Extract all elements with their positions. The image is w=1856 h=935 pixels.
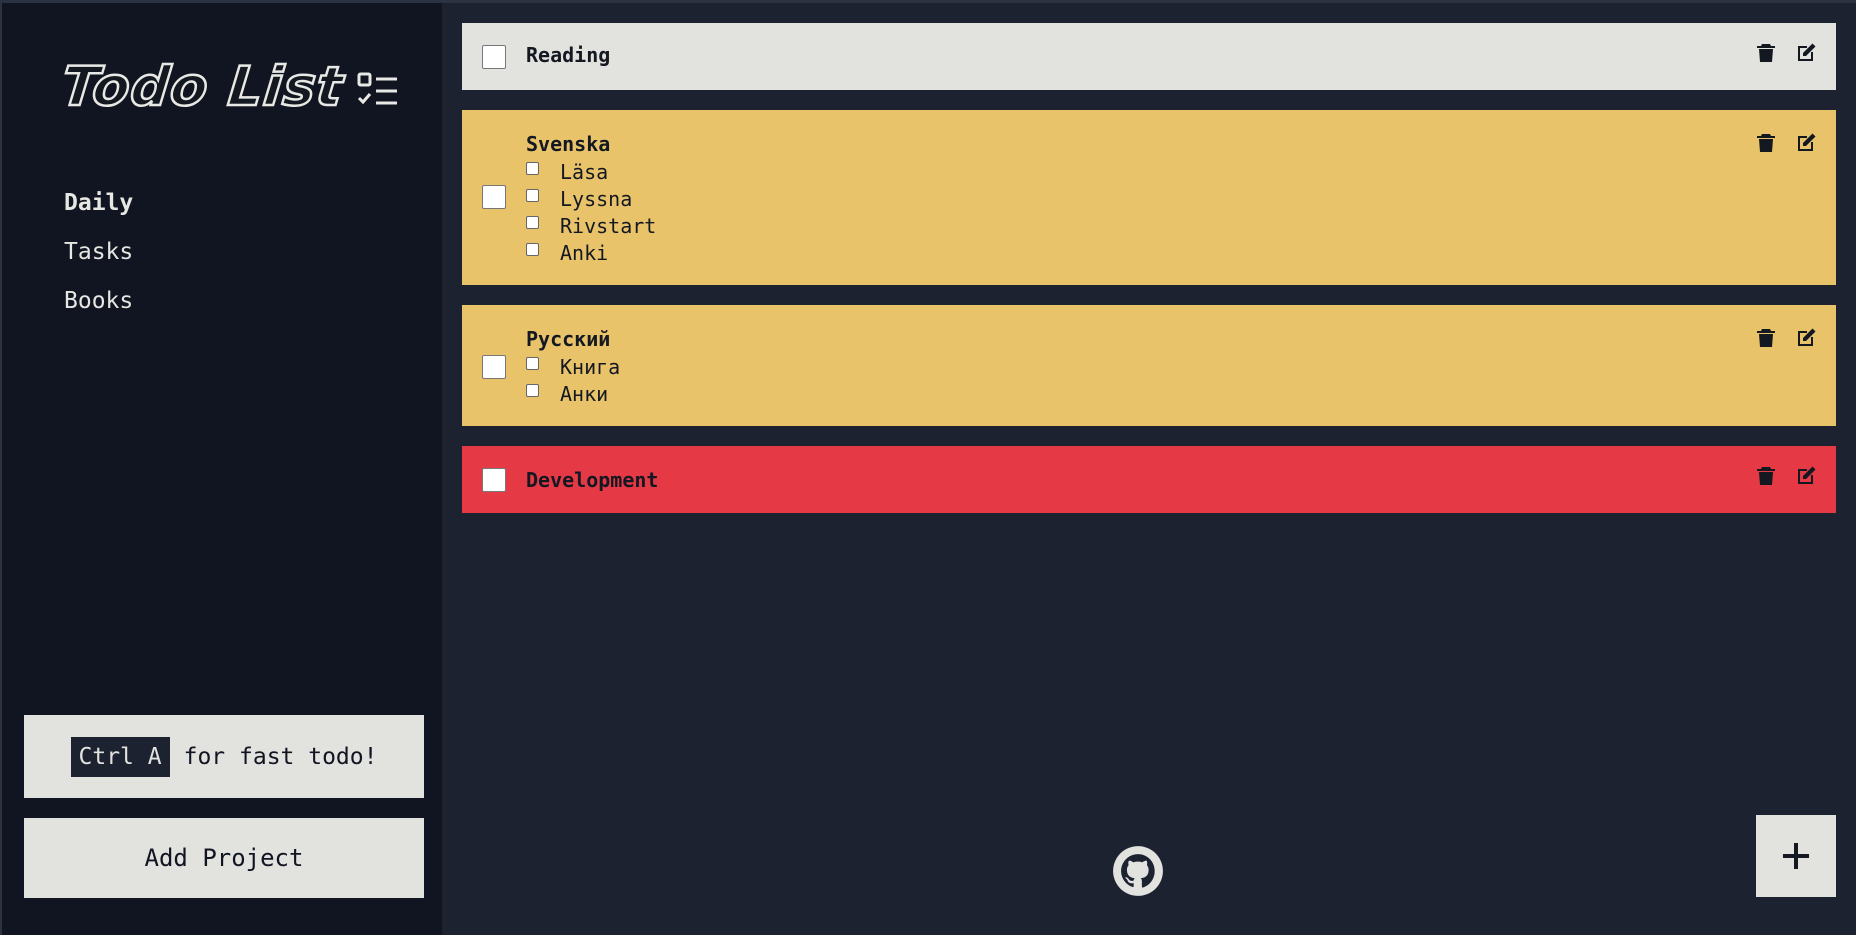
github-icon[interactable] (1112, 845, 1164, 897)
todo-actions (1754, 131, 1818, 155)
trash-icon[interactable] (1754, 131, 1778, 155)
todo-actions (1754, 41, 1818, 65)
todo-title: Svenska (526, 132, 611, 156)
sidebar: Todo List Daily Tasks Books Ctrl A for f… (0, 0, 442, 935)
add-todo-button[interactable] (1756, 815, 1836, 897)
todo-checkbox[interactable] (482, 185, 506, 209)
subtask-item: Lyssna (526, 185, 1836, 212)
edit-icon[interactable] (1794, 326, 1818, 350)
subtask-checkbox[interactable] (526, 162, 539, 175)
subtask-label: Läsa (560, 159, 609, 184)
todo-item: Development (462, 446, 1836, 513)
subtask-label: Книга (560, 354, 621, 379)
subtask-checkbox[interactable] (526, 189, 539, 202)
subtask-list: Книга Анки (526, 353, 1836, 407)
app-logo: Todo List (57, 54, 399, 120)
subtask-label: Rivstart (560, 213, 657, 238)
app: Todo List Daily Tasks Books Ctrl A for f… (0, 0, 1856, 935)
todo-checkbox[interactable] (482, 45, 506, 69)
subtask-checkbox[interactable] (526, 384, 539, 397)
edit-icon[interactable] (1794, 131, 1818, 155)
hint-text: for fast todo! (183, 743, 378, 770)
todo-actions (1754, 326, 1818, 350)
todo-title: Development (526, 468, 659, 492)
nav-item-daily[interactable]: Daily (64, 183, 133, 232)
add-project-button[interactable]: Add Project (24, 818, 424, 898)
subtask-item: Анки (526, 380, 1836, 407)
plus-icon (1783, 843, 1809, 869)
subtask-item: Anki (526, 239, 1836, 266)
subtask-item: Läsa (526, 158, 1836, 185)
todo-title: Reading (526, 43, 611, 67)
trash-icon[interactable] (1754, 326, 1778, 350)
todo-area: Reading Svenska Läsa Lyssna Rivstart Ank… (442, 0, 1856, 935)
logo-text: Todo List (57, 54, 348, 120)
shortcut-hint: Ctrl A for fast todo! (24, 715, 424, 798)
project-nav: Daily Tasks Books (64, 183, 133, 330)
nav-item-tasks[interactable]: Tasks (64, 232, 133, 281)
subtask-checkbox[interactable] (526, 357, 539, 370)
edit-icon[interactable] (1794, 464, 1818, 488)
todo-item: Reading (462, 23, 1836, 90)
todo-checkbox[interactable] (482, 468, 506, 492)
trash-icon[interactable] (1754, 464, 1778, 488)
todo-item: Svenska Läsa Lyssna Rivstart Anki (462, 110, 1836, 285)
trash-icon[interactable] (1754, 41, 1778, 65)
subtask-list: Läsa Lyssna Rivstart Anki (526, 158, 1836, 266)
subtask-item: Rivstart (526, 212, 1836, 239)
subtask-label: Lyssna (560, 186, 633, 211)
todo-title: Русский (526, 327, 611, 351)
nav-item-books[interactable]: Books (64, 281, 133, 330)
todo-item: Русский Книга Анки (462, 305, 1836, 426)
todo-checkbox[interactable] (482, 355, 506, 379)
todo-actions (1754, 464, 1818, 488)
subtask-label: Anki (560, 240, 609, 265)
subtask-label: Анки (560, 381, 609, 406)
checklist-icon (357, 71, 399, 113)
subtask-checkbox[interactable] (526, 216, 539, 229)
edit-icon[interactable] (1794, 41, 1818, 65)
keyboard-shortcut: Ctrl A (70, 736, 170, 777)
subtask-item: Книга (526, 353, 1836, 380)
subtask-checkbox[interactable] (526, 243, 539, 256)
